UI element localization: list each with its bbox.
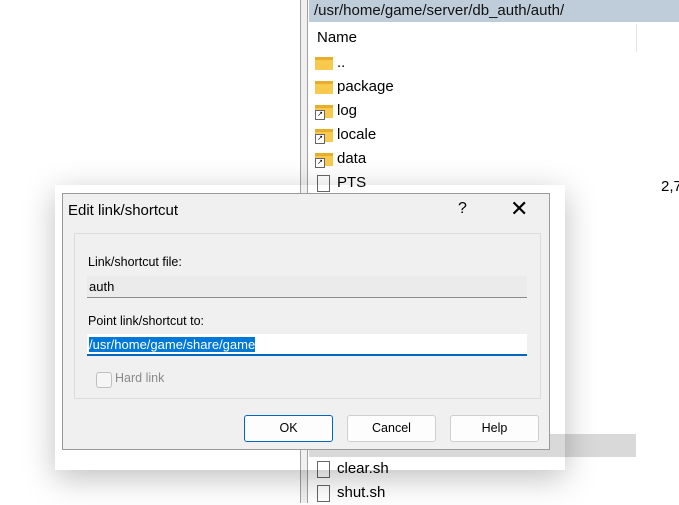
list-item[interactable]: shut.sh [315, 481, 635, 505]
edit-link-dialog: Edit link/shortcut ? ✕ Link/shortcut fil… [62, 193, 550, 450]
file-label: Link/shortcut file: [88, 255, 182, 269]
file-icon [317, 485, 330, 502]
folder-icon [315, 81, 333, 94]
folder-link-icon: ↗ [315, 153, 333, 168]
link-file-field[interactable]: auth [87, 276, 527, 298]
path-bar[interactable]: /usr/home/game/server/db_auth/auth/ [309, 0, 679, 22]
column-header-name[interactable]: Name [317, 29, 357, 46]
ok-button[interactable]: OK [244, 415, 333, 442]
list-item[interactable]: .. [315, 51, 635, 75]
folder-link-icon: ↗ [315, 129, 333, 144]
hard-link-checkbox[interactable] [96, 372, 112, 388]
folder-link-icon: ↗ [315, 105, 333, 120]
cancel-button[interactable]: Cancel [347, 415, 436, 442]
parent-folder-icon [315, 57, 333, 70]
list-item[interactable]: ↗ locale [315, 123, 635, 147]
hard-link-label: Hard link [115, 371, 165, 385]
close-icon[interactable]: ✕ [510, 196, 528, 222]
list-item[interactable]: ↗ data [315, 147, 635, 171]
link-target-input[interactable]: /usr/home/game/share/game [87, 334, 527, 356]
help-button[interactable]: Help [450, 415, 539, 442]
target-label: Point link/shortcut to: [88, 314, 205, 328]
file-size: 2,7 [661, 178, 679, 195]
list-item[interactable]: ↗ log [315, 99, 635, 123]
list-item[interactable]: package [315, 75, 635, 99]
dialog-title: Edit link/shortcut [68, 202, 179, 219]
column-divider[interactable] [636, 24, 637, 52]
help-icon[interactable]: ? [458, 200, 467, 218]
